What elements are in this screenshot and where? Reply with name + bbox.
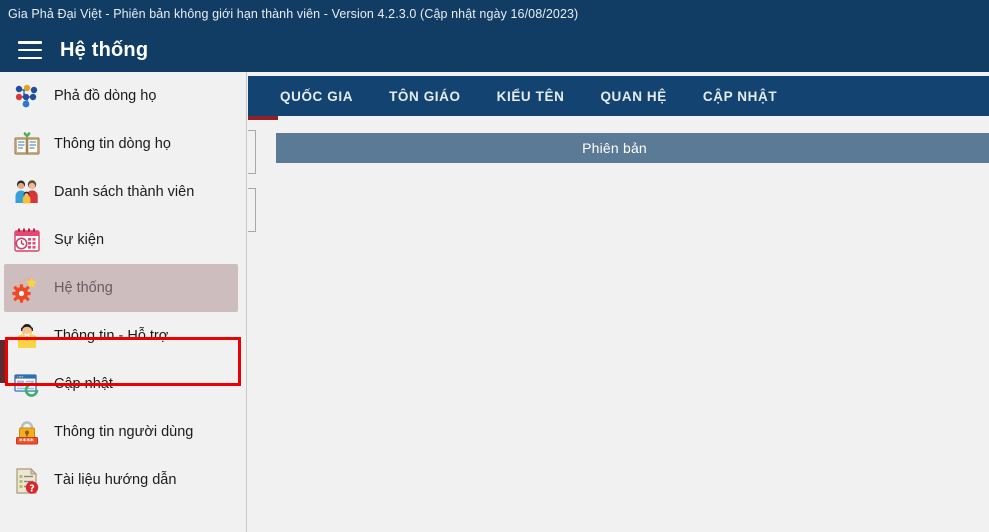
- calendar-clock-icon: [12, 225, 42, 255]
- tab-quan-he[interactable]: QUAN HỆ: [582, 89, 684, 104]
- sidebar-item-label: Sự kiện: [54, 232, 105, 248]
- sidebar-item-tai-lieu-huong-dan[interactable]: ? Tài liệu hướng dẫn: [0, 456, 246, 504]
- sidebar: Phả đồ dòng họ Thông tin dòng họ Danh sá…: [0, 72, 247, 532]
- sidebar-item-thong-tin-nguoi-dung[interactable]: **** Thông tin người dùng: [0, 408, 246, 456]
- support-person-icon: [12, 321, 42, 351]
- sidebar-item-pha-do-dong-ho[interactable]: Phả đồ dòng họ: [0, 72, 246, 120]
- tab-ton-giao[interactable]: TÔN GIÁO: [371, 89, 479, 104]
- hamburger-line: [18, 56, 42, 59]
- hamburger-line: [18, 48, 42, 52]
- page-title: Hệ thống: [60, 38, 149, 61]
- sidebar-item-label: Thông tin - Hỗ trợ: [54, 328, 169, 344]
- selection-left-indicator: [0, 340, 5, 383]
- family-tree-icon: [12, 81, 42, 111]
- svg-text:****: ****: [19, 437, 34, 445]
- sidebar-item-thong-tin-ho-tro[interactable]: Thông tin - Hỗ trợ: [0, 312, 246, 360]
- app-window: Gia Phả Đại Việt - Phiên bản không giới …: [0, 0, 989, 532]
- header-bar: Hệ thống: [0, 28, 989, 72]
- sidebar-item-label: Tài liệu hướng dẫn: [54, 472, 177, 488]
- tab-kieu-ten[interactable]: KIỂU TÊN: [479, 89, 583, 104]
- sidebar-item-su-kien[interactable]: Sự kiện: [0, 216, 246, 264]
- hamburger-icon[interactable]: [18, 41, 42, 59]
- hamburger-line: [18, 41, 42, 44]
- svg-text:?: ?: [29, 483, 35, 494]
- title-bar: Gia Phả Đại Việt - Phiên bản không giới …: [0, 0, 989, 28]
- tab-bar: QUỐC GIA TÔN GIÁO KIỂU TÊN QUAN HỆ CẬP N…: [248, 76, 989, 116]
- sidebar-item-label: Danh sách thành viên: [54, 184, 195, 200]
- sidebar-item-label: Thông tin dòng họ: [54, 136, 171, 152]
- sidebar-item-he-thong[interactable]: Hệ thống: [4, 264, 238, 312]
- collapsed-panel-2[interactable]: [248, 188, 256, 232]
- open-book-icon: [12, 129, 42, 159]
- sidebar-item-label: Cập nhật: [54, 376, 113, 392]
- padlock-password-icon: ****: [12, 417, 42, 447]
- tab-active-underline: [248, 116, 278, 120]
- sidebar-item-danh-sach-thanh-vien[interactable]: Danh sách thành viên: [0, 168, 246, 216]
- sidebar-item-thong-tin-dong-ho[interactable]: Thông tin dòng họ: [0, 120, 246, 168]
- gear-sparkle-icon: [12, 273, 42, 303]
- sidebar-item-cap-nhat[interactable]: Cập nhật: [0, 360, 246, 408]
- sidebar-item-label: Thông tin người dùng: [54, 424, 194, 440]
- main-content: QUỐC GIA TÔN GIÁO KIỂU TÊN QUAN HỆ CẬP N…: [248, 72, 989, 532]
- collapsed-panel-1[interactable]: [248, 130, 256, 174]
- family-people-icon: [12, 177, 42, 207]
- window-refresh-icon: [12, 369, 42, 399]
- sidebar-item-label: Phả đồ dòng họ: [54, 88, 157, 104]
- version-section-header: Phiên bản: [276, 133, 989, 163]
- version-section-title: Phiên bản: [582, 140, 647, 156]
- document-help-icon: ?: [12, 465, 42, 495]
- tab-cap-nhat[interactable]: CẬP NHẬT: [685, 89, 795, 104]
- tab-quoc-gia[interactable]: QUỐC GIA: [262, 89, 371, 104]
- window-title: Gia Phả Đại Việt - Phiên bản không giới …: [8, 7, 579, 21]
- sidebar-item-label: Hệ thống: [54, 280, 113, 296]
